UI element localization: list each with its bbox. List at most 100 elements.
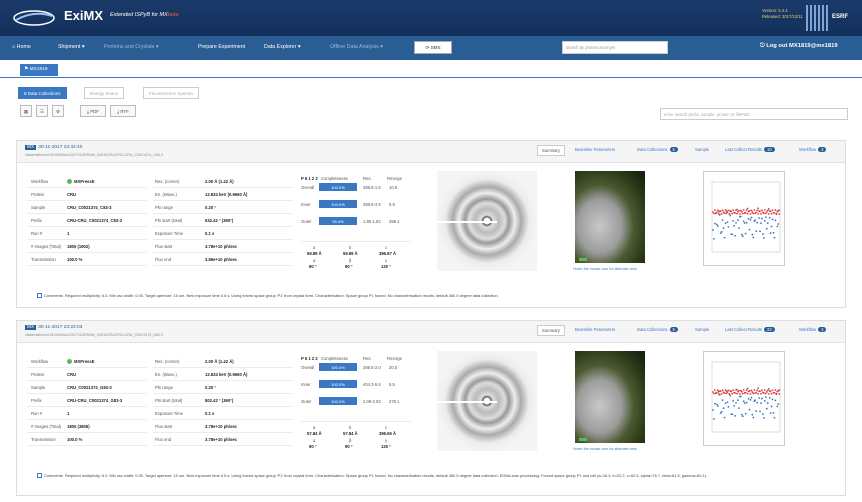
- pdf-button[interactable]: ⤓ PDF: [80, 105, 106, 117]
- esrf-logo: ESRF: [832, 14, 849, 20]
- value-images: 1800 (1902): [67, 244, 90, 249]
- panel-tab-sample[interactable]: Sample: [695, 147, 709, 152]
- shell-res: 2.09-2.03: [363, 399, 381, 404]
- label-transmission: Transmission: [31, 437, 56, 442]
- value-sample: CRU_C0021374_G83-3: [67, 385, 112, 390]
- value-workflow: MXPressE: [67, 179, 94, 185]
- label-flux_end: Flux end: [155, 437, 172, 442]
- panel-tab-collections[interactable]: Data Collections 5: [637, 327, 678, 332]
- results-plot[interactable]: [703, 171, 785, 266]
- value-flux_end: 3.78e+10 ph/sec: [205, 437, 238, 442]
- value-prefix: CRU-CRU_C0021374_G83-3: [67, 398, 123, 403]
- comment-checkbox[interactable]: [37, 473, 42, 479]
- label-flux_end: Flux end: [155, 257, 172, 262]
- plot-svg: [711, 361, 781, 433]
- value-phi_start: 632.42 ° (360°): [205, 218, 234, 223]
- cell-alpha: 90 °: [309, 444, 317, 449]
- label-phi_start: Phi start (total): [155, 398, 183, 403]
- value-phi_range: 0.20 °: [205, 385, 216, 390]
- grid-view-icon[interactable]: ▦: [20, 105, 32, 117]
- shell-rmerge: 279.1: [389, 399, 400, 404]
- app-subtitle: Extended ISPyB for MXbeta: [110, 12, 179, 18]
- cell-a: 59.89 Å: [307, 251, 322, 256]
- shell-res: 398.6-4.9: [363, 202, 381, 207]
- completeness-bar: 99.4%: [319, 217, 357, 225]
- comment-checkbox[interactable]: [37, 293, 42, 299]
- panel-tab-beamline[interactable]: Beamline Parameters: [575, 147, 615, 152]
- shell-res: 398.5-2.0: [363, 365, 381, 370]
- results-plot[interactable]: [703, 351, 785, 446]
- nav-prepare[interactable]: Prepare Experiment: [198, 44, 245, 50]
- panel-tab-sample[interactable]: Sample: [695, 327, 709, 332]
- shell-name: Overall: [301, 365, 315, 370]
- proposal-tab[interactable]: ⚑ MX1819: [20, 64, 58, 76]
- value-en: 12.834 keV (0.9660 Å): [205, 372, 248, 377]
- value-protein: CRU: [67, 372, 77, 377]
- completeness-bar: 100.0%: [319, 380, 357, 388]
- logout-link[interactable]: ⎋ Log out MX1819@mx1819: [760, 43, 838, 50]
- settings-icon[interactable]: ⚙: [52, 105, 64, 117]
- shell-name: Outer: [301, 219, 312, 224]
- value-res: 2.00 Å (1.42 Å): [205, 359, 234, 364]
- crystal-snapshot[interactable]: [575, 171, 645, 263]
- header-completeness: Completeness: [321, 356, 348, 361]
- nav-offline[interactable]: Offline Data Analysis ▾: [330, 44, 383, 50]
- collection-path: /data/visitor/mx1819/id30a1/20171130/RAW…: [25, 333, 164, 337]
- collection-panel: MX 30-11-2017 23:42:40 /data/visitor/mx18…: [16, 140, 846, 308]
- label-sample: Sample: [31, 205, 46, 210]
- value-transmission: 100.0 %: [67, 257, 83, 262]
- filter-input[interactable]: enter search prefix, sample, protein or …: [660, 108, 848, 120]
- collection-path: /data/visitor/mx1819/id30a1/20171130/RAW…: [25, 153, 163, 157]
- value-flux_end: 3.86e+10 ph/sec: [205, 257, 238, 262]
- nav-home[interactable]: ⌂ Home: [12, 44, 31, 50]
- tab-energy-scans[interactable]: Energy Scans: [84, 87, 125, 99]
- comment-line: Comments Required multiplicity: 6.0. Min…: [37, 293, 499, 299]
- list-view-icon[interactable]: ☰: [36, 105, 48, 117]
- label-en: En. (Wave.): [155, 372, 177, 377]
- esrf-grid-icon: [806, 5, 828, 31]
- panel-tab-results[interactable]: Last Collect Results 22: [725, 327, 775, 332]
- value-res: 2.00 Å (1.42 Å): [205, 179, 234, 184]
- ok-status-icon: [67, 359, 72, 365]
- panel-header: MX 30-11-2017 23:22:03 /data/visitor/mx18…: [17, 321, 845, 343]
- value-workflow: MXPressE: [67, 359, 94, 365]
- header-rmerge: Rmerge: [387, 176, 402, 181]
- completeness-bar: 100.0%: [319, 183, 357, 191]
- label-run: Run #: [31, 231, 43, 236]
- plot-points-red: [712, 389, 781, 395]
- label-res: Res. (corner): [155, 359, 180, 364]
- protein-search-input[interactable]: search by protein acronym: [562, 41, 668, 54]
- label-flux_start: Flux start: [155, 424, 173, 429]
- nav-proteins[interactable]: Proteins and Crystals ▾: [104, 44, 158, 50]
- label-protein: Protein: [31, 192, 45, 197]
- label-run: Run #: [31, 411, 43, 416]
- shell-name: Overall: [301, 185, 315, 190]
- tab-data-collections[interactable]: 8 Data Collections: [18, 87, 67, 99]
- nav-shipment[interactable]: Shipment ▾: [58, 44, 85, 50]
- crystal-snapshot[interactable]: [575, 351, 645, 443]
- panel-tab-workflow[interactable]: Workflow 3: [799, 147, 827, 152]
- nav-data-explorer[interactable]: Data Explorer ▾: [264, 44, 301, 50]
- label-images: # Images (Total): [31, 424, 62, 429]
- label-prefix: Prefix: [31, 218, 42, 223]
- collection-date: MX 30-11-2017 23:42:40: [25, 145, 83, 150]
- panel-tab-workflow[interactable]: Workflow 3: [799, 327, 827, 332]
- panel-tab-summary[interactable]: Summary: [537, 325, 565, 336]
- completeness-bar: 100.0%: [319, 397, 357, 405]
- value-phi_start: 802.42 ° (360°): [205, 398, 234, 403]
- shell-rmerge: 20.5: [389, 365, 398, 370]
- cell-a: 57.84 Å: [307, 431, 322, 436]
- header-completeness: Completeness: [321, 176, 348, 181]
- panel-tab-results[interactable]: Last Collect Results 10: [725, 147, 775, 152]
- cell-beta: 90 °: [345, 444, 353, 449]
- rtf-button[interactable]: ⤓ RTF: [110, 105, 136, 117]
- tab-fluorescence[interactable]: Fluorescence Spectra: [143, 87, 199, 99]
- shell-rmerge: 5.5: [389, 382, 395, 387]
- cell-gamma: 120 °: [381, 264, 391, 269]
- panel-tab-summary[interactable]: Summary: [537, 145, 565, 156]
- value-flux_start: 3.78e+10 ph/sec: [205, 424, 238, 429]
- panel-tab-collections[interactable]: Data Collections 5: [637, 147, 678, 152]
- collection-panel: MX 30-11-2017 23:22:03 /data/visitor/mx18…: [16, 320, 846, 496]
- sms-button[interactable]: ⟳ SMS: [414, 41, 452, 54]
- panel-tab-beamline[interactable]: Beamline Parameters: [575, 327, 615, 332]
